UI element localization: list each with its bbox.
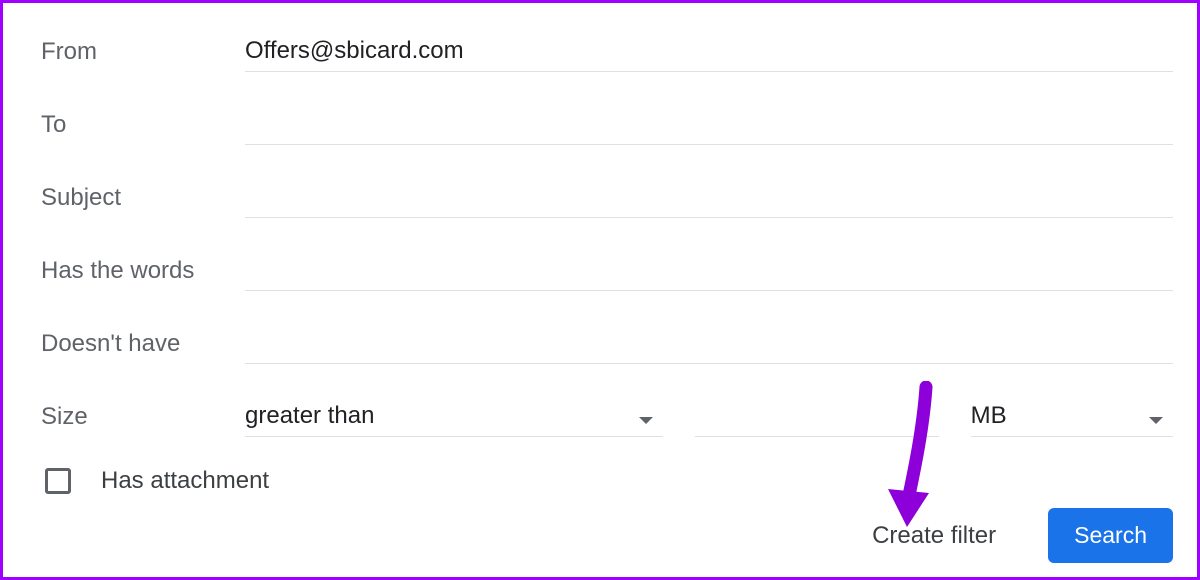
size-unit-select[interactable]: MB bbox=[971, 398, 1173, 437]
subject-label: Subject bbox=[41, 184, 245, 218]
caret-down-icon bbox=[1149, 417, 1163, 424]
has-words-input[interactable] bbox=[245, 252, 1173, 291]
size-comparator-value: greater than bbox=[245, 402, 627, 430]
to-input[interactable] bbox=[245, 106, 1173, 145]
search-button[interactable]: Search bbox=[1048, 508, 1173, 563]
has-attachment-label: Has attachment bbox=[101, 467, 269, 495]
size-label: Size bbox=[41, 403, 245, 437]
create-filter-button[interactable]: Create filter bbox=[866, 521, 1002, 551]
from-label: From bbox=[41, 38, 245, 72]
has-attachment-checkbox[interactable] bbox=[45, 468, 71, 494]
size-value-input[interactable] bbox=[695, 426, 938, 437]
caret-down-icon bbox=[639, 417, 653, 424]
from-input[interactable] bbox=[245, 33, 1173, 72]
size-comparator-select[interactable]: greater than bbox=[245, 398, 663, 437]
subject-input[interactable] bbox=[245, 179, 1173, 218]
doesnt-have-input[interactable] bbox=[245, 325, 1173, 364]
to-label: To bbox=[41, 111, 245, 145]
doesnt-have-label: Doesn't have bbox=[41, 330, 245, 364]
has-words-label: Has the words bbox=[41, 257, 245, 291]
size-unit-value: MB bbox=[971, 402, 1137, 430]
